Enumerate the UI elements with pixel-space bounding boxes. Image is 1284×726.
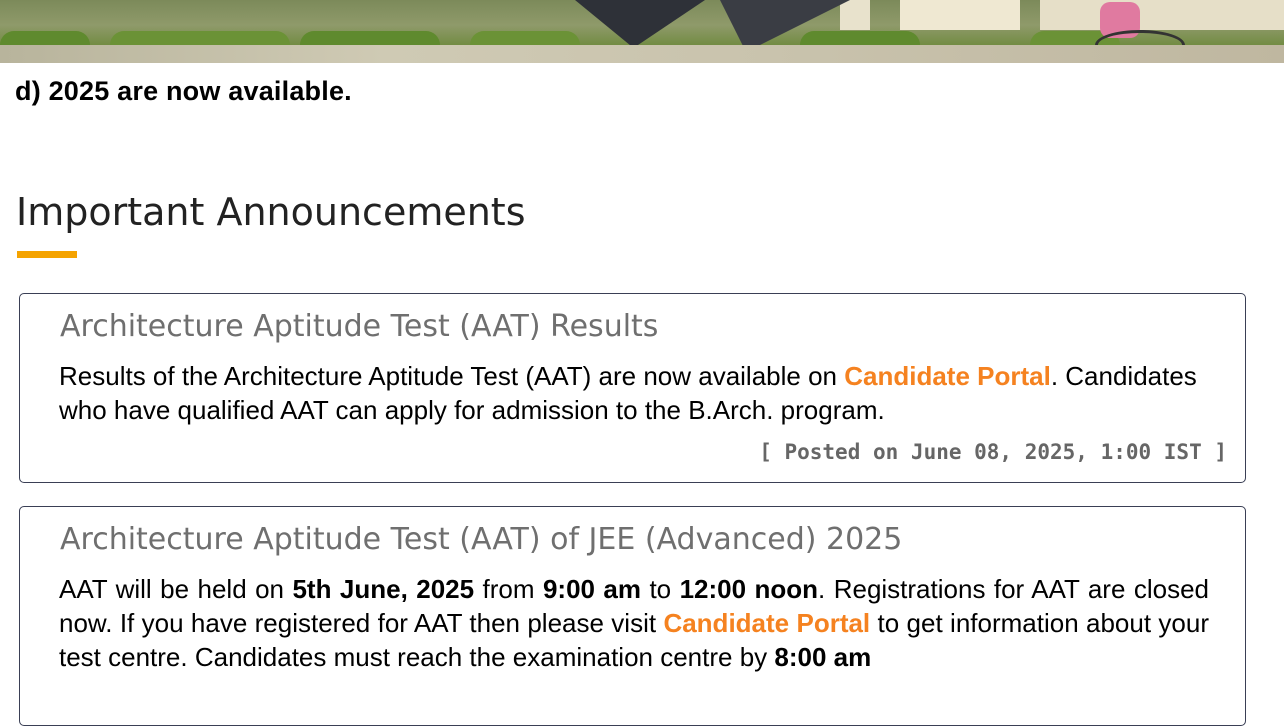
- exam-date: 5th June, 2025: [292, 574, 475, 604]
- body-text: from: [474, 574, 543, 604]
- announcement-body: Results of the Architecture Aptitude Tes…: [59, 359, 1209, 427]
- announcement-title: Architecture Aptitude Test (AAT) Results: [60, 309, 659, 344]
- campus-banner-image: [0, 0, 1284, 63]
- body-text: to: [641, 574, 680, 604]
- body-text: Results of the Architecture Aptitude Tes…: [59, 361, 845, 391]
- announcement-title: Architecture Aptitude Test (AAT) of JEE …: [60, 522, 903, 557]
- candidate-portal-link[interactable]: Candidate Portal: [844, 361, 1051, 391]
- announcement-body: AAT will be held on 5th June, 2025 from …: [59, 572, 1209, 674]
- end-time: 12:00 noon: [679, 574, 819, 604]
- section-title: Important Announcements: [16, 190, 526, 234]
- body-text: AAT will be held on: [59, 574, 293, 604]
- reporting-time: 8:00 am: [774, 642, 872, 672]
- announcement-card: Architecture Aptitude Test (AAT) Results…: [19, 293, 1246, 483]
- candidate-portal-link[interactable]: Candidate Portal: [663, 608, 870, 638]
- truncated-news-text: d) 2025 are now available.: [15, 76, 352, 106]
- start-time: 9:00 am: [542, 574, 642, 604]
- title-underline-accent: [17, 251, 77, 258]
- announcement-card: Architecture Aptitude Test (AAT) of JEE …: [19, 506, 1246, 726]
- posted-timestamp: [ Posted on June 08, 2025, 1:00 IST ]: [759, 440, 1227, 464]
